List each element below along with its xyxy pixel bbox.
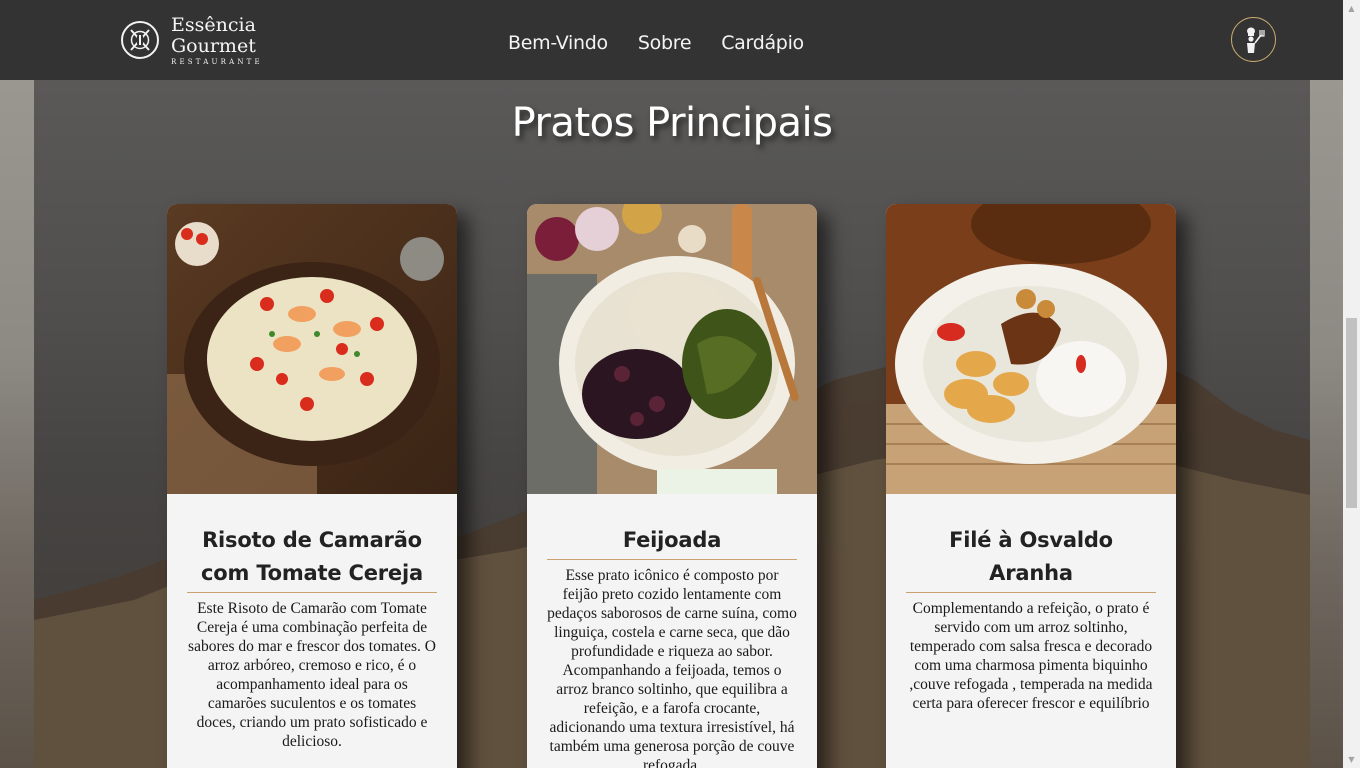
dish-card-file-osvaldo-aranha[interactable]: Filé à Osvaldo Aranha Complementando a r…: [886, 204, 1176, 768]
file-osvaldo-aranha-image: [886, 204, 1176, 494]
chef-icon: [1246, 27, 1265, 53]
card-body: Filé à Osvaldo Aranha Complementando a r…: [886, 494, 1176, 713]
dish-description: Complementando a refeição, o prato é ser…: [909, 600, 1153, 712]
page-scrollbar[interactable]: ▲ ▼: [1343, 0, 1360, 768]
scroll-thumb[interactable]: [1346, 318, 1357, 508]
dish-title: Risoto de Camarão com Tomate Cereja: [187, 524, 437, 593]
main-nav: Bem-Vindo Sobre Cardápio: [508, 32, 804, 54]
logo-name-line1: Essência: [171, 13, 256, 36]
card-body: Risoto de Camarão com Tomate Cereja Este…: [167, 494, 457, 751]
logo-text: Essência Gourmet RESTAURANTE: [171, 13, 263, 66]
site-header: Essência Gourmet RESTAURANTE Bem-Vindo S…: [0, 0, 1343, 80]
logo-subtitle: RESTAURANTE: [171, 57, 263, 66]
dish-description: Esse prato icônico é composto por feijão…: [547, 567, 797, 768]
nav-cardapio[interactable]: Cardápio: [721, 32, 804, 54]
feijoada-dish-image: [527, 204, 817, 494]
card-body: Feijoada Esse prato icônico é composto p…: [527, 494, 817, 768]
nav-bem-vindo[interactable]: Bem-Vindo: [508, 32, 608, 54]
scroll-down-arrow-icon[interactable]: ▼: [1343, 751, 1360, 768]
dish-title: Feijoada: [547, 524, 797, 560]
dish-card-risoto[interactable]: Risoto de Camarão com Tomate Cereja Este…: [167, 204, 457, 768]
dish-card-feijoada[interactable]: Feijoada Esse prato icônico é composto p…: [527, 204, 817, 768]
scroll-up-arrow-icon[interactable]: ▲: [1343, 0, 1360, 17]
section-title: Pratos Principais: [511, 100, 833, 146]
chef-button[interactable]: [1231, 17, 1276, 62]
risotto-dish-image: [167, 204, 457, 494]
dish-title: Filé à Osvaldo Aranha: [906, 524, 1156, 593]
dish-description: Este Risoto de Camarão com Tomate Cereja…: [188, 600, 436, 750]
restaurant-logo[interactable]: Essência Gourmet RESTAURANTE: [121, 12, 291, 68]
cutlery-icon: [121, 21, 159, 59]
logo-name-line2: Gourmet: [171, 34, 256, 57]
nav-sobre[interactable]: Sobre: [638, 32, 692, 54]
